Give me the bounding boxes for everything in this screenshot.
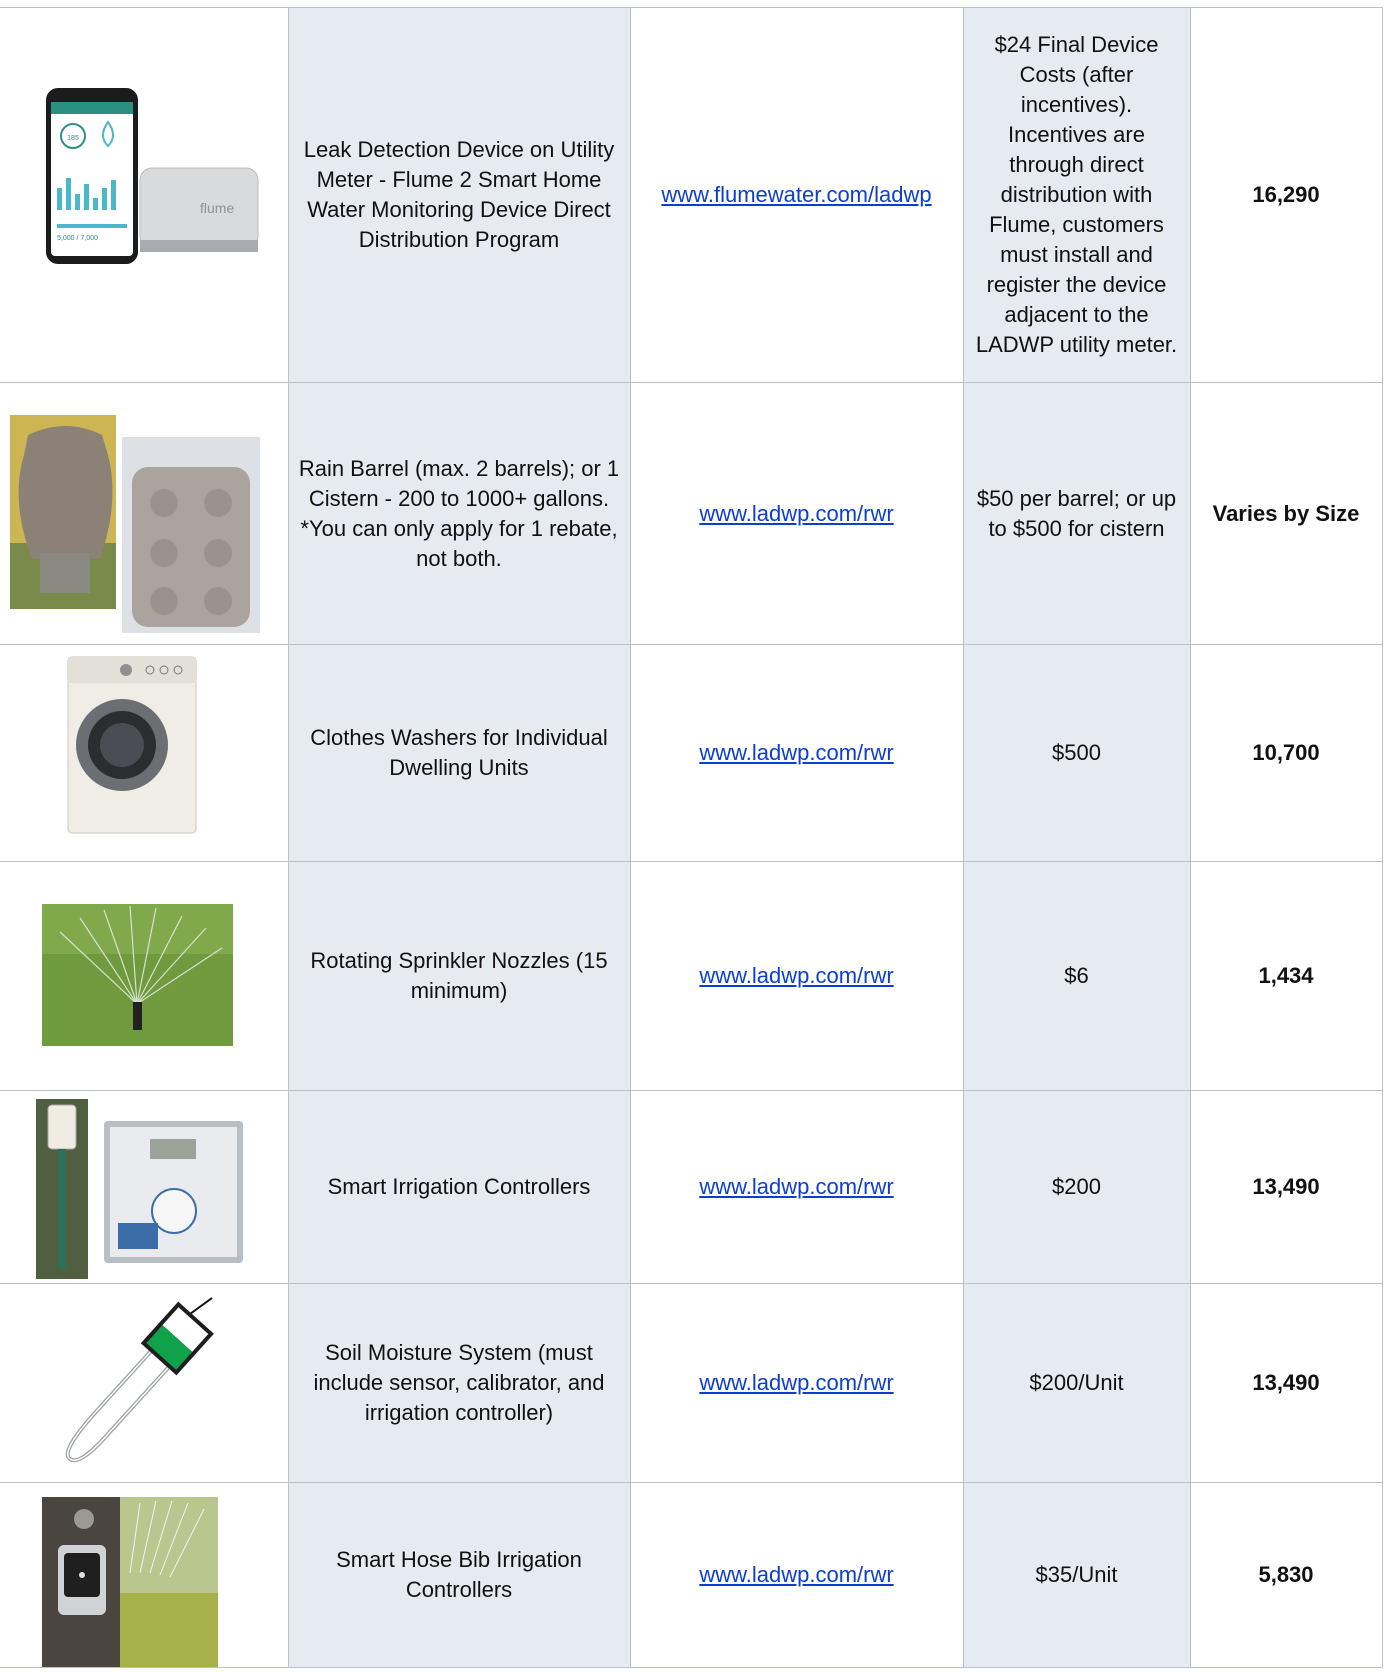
table-row: Smart Irrigation Controllers www.ladwp.c… xyxy=(0,1090,1383,1284)
program-link[interactable]: www.ladwp.com/rwr xyxy=(699,1370,893,1395)
product-image-cell xyxy=(0,1090,289,1284)
rebate-table: flume 185 5,000 / 7,000 Leak Detection D… xyxy=(0,7,1383,1668)
rebate-cell: $6 xyxy=(962,861,1191,1091)
description-cell: Soil Moisture System (must include senso… xyxy=(287,1283,631,1483)
program-link[interactable]: www.ladwp.com/rwr xyxy=(699,963,893,988)
program-link[interactable]: www.flumewater.com/ladwp xyxy=(661,182,931,207)
product-image-cell xyxy=(0,861,289,1091)
savings-cell: 13,490 xyxy=(1189,1283,1383,1483)
sprinkler-image xyxy=(42,904,233,1046)
product-image-cell: flume 185 5,000 / 7,000 xyxy=(0,7,289,383)
table-row: Rotating Sprinkler Nozzles (15 minimum) … xyxy=(0,861,1383,1091)
rebate-cell: $35/Unit xyxy=(962,1482,1191,1668)
savings-cell: 13,490 xyxy=(1189,1090,1383,1284)
link-cell: www.ladwp.com/rwr xyxy=(629,644,964,862)
phone-usage-value: 185 xyxy=(67,135,79,142)
product-image-cell xyxy=(0,382,289,645)
rebate-cell: $200 xyxy=(962,1090,1191,1284)
savings-cell: Varies by Size xyxy=(1189,382,1383,645)
rebate-cell: $24 Final Device Costs (after incentives… xyxy=(962,7,1191,383)
table-row: Rain Barrel (max. 2 barrels); or 1 Ciste… xyxy=(0,382,1383,645)
clothes-washer-image xyxy=(67,656,197,834)
phone-goal-value: 5,000 / 7,000 xyxy=(57,235,98,242)
product-image-cell xyxy=(0,644,289,862)
link-cell: www.ladwp.com/rwr xyxy=(629,1482,964,1668)
rebate-cell: $50 per barrel; or up to $500 for cister… xyxy=(962,382,1191,645)
savings-cell: 10,700 xyxy=(1189,644,1383,862)
link-cell: www.ladwp.com/rwr xyxy=(629,861,964,1091)
program-link[interactable]: www.ladwp.com/rwr xyxy=(699,740,893,765)
description-cell: Smart Hose Bib Irrigation Controllers xyxy=(287,1482,631,1668)
product-image-cell xyxy=(0,1482,289,1668)
description-cell: Rotating Sprinkler Nozzles (15 minimum) xyxy=(287,861,631,1091)
description-cell: Leak Detection Device on Utility Meter -… xyxy=(287,7,631,383)
savings-cell: 16,290 xyxy=(1189,7,1383,383)
rebate-cell: $500 xyxy=(962,644,1191,862)
description-cell: Smart Irrigation Controllers xyxy=(287,1090,631,1284)
program-link[interactable]: www.ladwp.com/rwr xyxy=(699,501,893,526)
rain-barrel-image xyxy=(10,415,260,633)
irrigation-controller-image xyxy=(36,1099,243,1279)
link-cell: www.flumewater.com/ladwp xyxy=(629,7,964,383)
description-cell: Clothes Washers for Individual Dwelling … xyxy=(287,644,631,862)
rebate-cell: $200/Unit xyxy=(962,1283,1191,1483)
savings-cell: 1,434 xyxy=(1189,861,1383,1091)
device-brand: flume xyxy=(200,200,234,216)
link-cell: www.ladwp.com/rwr xyxy=(629,1283,964,1483)
soil-moisture-sensor-image xyxy=(65,1297,214,1463)
program-link[interactable]: www.ladwp.com/rwr xyxy=(699,1174,893,1199)
flume-device-image: flume 185 5,000 / 7,000 xyxy=(46,88,259,264)
savings-cell: 5,830 xyxy=(1189,1482,1383,1668)
program-link[interactable]: www.ladwp.com/rwr xyxy=(699,1562,893,1587)
table-row: Smart Hose Bib Irrigation Controllers ww… xyxy=(0,1482,1383,1668)
description-cell: Rain Barrel (max. 2 barrels); or 1 Ciste… xyxy=(287,382,631,645)
hose-bib-controller-image xyxy=(42,1497,218,1667)
link-cell: www.ladwp.com/rwr xyxy=(629,382,964,645)
product-image-cell xyxy=(0,1283,289,1483)
table-row: flume 185 5,000 / 7,000 Leak Detection D… xyxy=(0,7,1383,383)
table-row: Soil Moisture System (must include senso… xyxy=(0,1283,1383,1483)
table-row: Clothes Washers for Individual Dwelling … xyxy=(0,644,1383,862)
link-cell: www.ladwp.com/rwr xyxy=(629,1090,964,1284)
